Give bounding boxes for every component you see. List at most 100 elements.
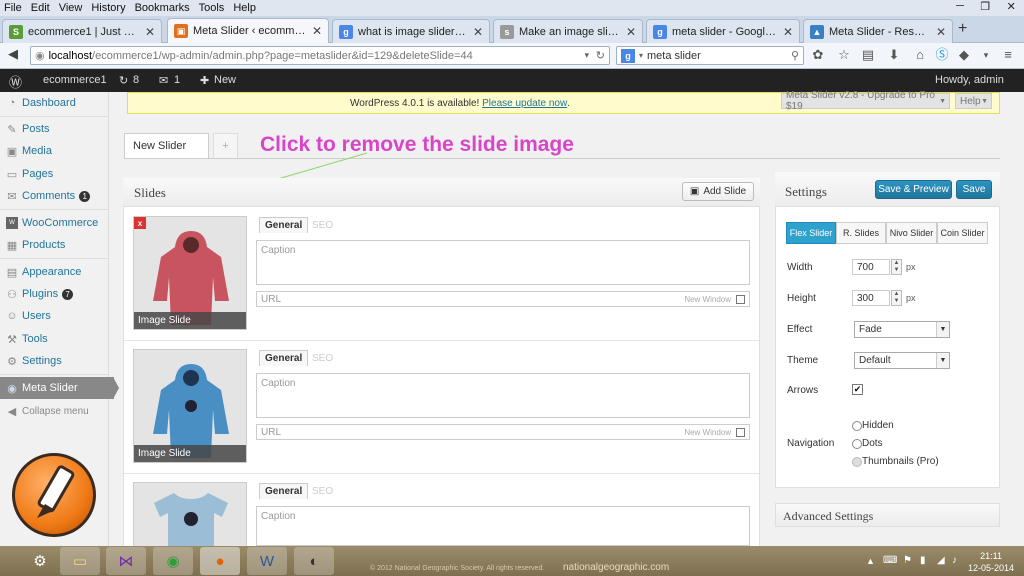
close-tab-icon[interactable]: ✕ <box>145 25 155 39</box>
close-tab-icon[interactable]: ✕ <box>626 25 636 39</box>
word-icon[interactable]: W <box>247 547 287 575</box>
tab-seo[interactable]: SEO <box>307 217 338 233</box>
caption-textarea[interactable]: Caption <box>256 240 750 285</box>
search-icon[interactable]: ⚲ <box>791 49 799 62</box>
site-name-link[interactable]: ecommerce1 <box>43 74 107 86</box>
effect-select[interactable]: Fade ▼ <box>854 321 950 338</box>
menu-help[interactable]: Help <box>233 2 256 14</box>
sidebar-item-appearance[interactable]: ▤ Appearance <box>0 261 109 283</box>
save-and-preview-button[interactable]: Save & Preview <box>875 180 952 199</box>
bookmarks-icon[interactable]: ▤ <box>860 47 876 63</box>
tab-make-image-slider[interactable]: s Make an image slider for y... ✕ <box>493 19 643 43</box>
howdy-user[interactable]: Howdy, admin <box>935 74 1004 86</box>
dropdown-icon[interactable]: ▾ <box>584 50 589 61</box>
menu-history[interactable]: History <box>91 2 125 14</box>
menu-view[interactable]: View <box>59 2 83 14</box>
dropdown-icon[interactable]: ▾ <box>639 51 643 60</box>
back-icon[interactable]: ◀ <box>8 46 18 62</box>
media-player-icon[interactable]: ◐ <box>294 547 334 575</box>
close-tab-icon[interactable]: ✕ <box>473 25 483 39</box>
comments-count[interactable]: 1 <box>174 74 180 86</box>
slider-type-nivo[interactable]: Nivo Slider <box>886 222 937 244</box>
url-input[interactable]: URL New Window <box>256 291 750 307</box>
new-tab-button[interactable]: + <box>958 20 967 38</box>
sidebar-item-woocommerce[interactable]: W WooCommerce <box>0 212 109 234</box>
new-window-checkbox[interactable] <box>736 427 745 437</box>
delete-slide-button[interactable]: x <box>134 217 146 229</box>
sidebar-item-tools[interactable]: ⚒ Tools <box>0 328 109 350</box>
chrome-icon[interactable]: ◉ <box>153 547 193 575</box>
home-icon[interactable]: ⌂ <box>912 47 928 63</box>
tab-seo[interactable]: SEO <box>307 483 338 499</box>
start-icon[interactable]: ⚙ <box>20 547 60 575</box>
height-input[interactable]: 300 <box>852 290 890 306</box>
tray-up-icon[interactable]: ▲ <box>866 556 875 566</box>
height-stepper-icon[interactable]: ▲ ▼ <box>891 290 902 306</box>
skype-icon[interactable]: Ⓢ <box>934 47 950 63</box>
slider-type-flex[interactable]: Flex Slider <box>786 222 836 244</box>
restore-icon[interactable]: ❐ <box>980 0 990 16</box>
file-explorer-icon[interactable]: ▭ <box>60 547 100 575</box>
network-icon[interactable]: ◢ <box>937 555 945 566</box>
tab-meta-slider-admin[interactable]: ▣ Meta Slider ‹ ecommerce1 ... ✕ <box>167 18 329 43</box>
save-button[interactable]: Save <box>956 180 992 199</box>
updates-icon[interactable]: ↻ <box>119 74 128 87</box>
menu-bookmarks[interactable]: Bookmarks <box>135 2 190 14</box>
update-now-link[interactable]: Please update now <box>482 98 567 109</box>
nav-dots-radio[interactable] <box>852 439 862 449</box>
dropdown-icon[interactable]: ▾ <box>978 47 994 63</box>
width-input[interactable]: 700 <box>852 259 890 275</box>
tab-general[interactable]: General <box>259 350 309 366</box>
close-tab-icon[interactable]: ✕ <box>312 24 322 38</box>
tab-ecommerce1[interactable]: S ecommerce1 | Just another... ✕ <box>2 19 162 43</box>
new-content-link[interactable]: New <box>214 74 236 86</box>
extension-icon[interactable]: ✿ <box>810 47 826 63</box>
add-slide-button[interactable]: ▣ Add Slide <box>682 182 754 201</box>
url-input[interactable]: URL New Window <box>256 424 750 440</box>
visual-studio-icon[interactable]: ⋈ <box>106 547 146 575</box>
taskbar-clock[interactable]: 21:11 12-05-2014 <box>968 550 1014 574</box>
help-pill[interactable]: Help ▼ <box>955 93 992 109</box>
menu-tools[interactable]: Tools <box>199 2 225 14</box>
slider-type-responsive[interactable]: R. Slides <box>836 222 886 244</box>
sidebar-item-products[interactable]: ▦ Products <box>0 234 109 256</box>
new-window-checkbox[interactable] <box>736 294 745 304</box>
volume-icon[interactable]: ♪ <box>952 555 957 566</box>
wordpress-logo-icon[interactable]: Ⓦ <box>9 72 22 91</box>
tab-general[interactable]: General <box>259 483 309 499</box>
bookmark-star-icon[interactable]: ☆ <box>836 47 852 63</box>
search-input[interactable]: meta slider <box>647 50 701 62</box>
close-tab-icon[interactable]: ✕ <box>936 25 946 39</box>
sidebar-item-pages[interactable]: ▭ Pages <box>0 163 109 185</box>
width-stepper-icon[interactable]: ▲ ▼ <box>891 259 902 275</box>
updates-count[interactable]: 8 <box>133 74 139 86</box>
caption-textarea[interactable]: Caption <box>256 506 750 546</box>
tab-meta-slider-responsive[interactable]: ▲ Meta Slider - Responsive W... ✕ <box>803 19 953 43</box>
url-bar[interactable]: ◉ localhost/ecommerce1/wp-admin/admin.ph… <box>30 46 610 65</box>
nav-thumbnails-radio[interactable] <box>852 457 862 467</box>
theme-select[interactable]: Default ▼ <box>854 352 950 369</box>
battery-icon[interactable]: ▮ <box>920 555 926 566</box>
menu-file[interactable]: File <box>4 2 22 14</box>
action-center-icon[interactable]: ⚑ <box>903 555 912 566</box>
firefox-icon[interactable]: ● <box>200 547 240 575</box>
menu-edit[interactable]: Edit <box>31 2 50 14</box>
sidebar-item-posts[interactable]: ✎ Posts <box>0 118 109 140</box>
addon-icon[interactable]: ◆ <box>956 47 972 63</box>
keyboard-icon[interactable]: ⌨ <box>883 555 897 566</box>
plus-icon[interactable]: ✚ <box>200 74 209 87</box>
tab-general[interactable]: General <box>259 217 309 233</box>
sidebar-item-collapse-menu[interactable]: ◀ Collapse menu <box>0 400 109 422</box>
nav-hidden-radio[interactable] <box>852 421 862 431</box>
sidebar-item-meta-slider[interactable]: ◉ Meta Slider <box>0 377 119 399</box>
sidebar-item-plugins[interactable]: ⚇ Plugins 7 <box>0 283 109 305</box>
sidebar-item-dashboard[interactable]: ◔ Dashboard <box>0 92 109 114</box>
sidebar-item-settings[interactable]: ⚙ Settings <box>0 350 109 372</box>
tab-seo[interactable]: SEO <box>307 350 338 366</box>
arrows-checkbox[interactable]: ✔ <box>852 384 863 395</box>
caption-textarea[interactable]: Caption <box>256 373 750 418</box>
upgrade-pill[interactable]: Meta Slider v2.8 - Upgrade to Pro $19 ▼ <box>781 90 950 112</box>
google-icon[interactable]: g <box>621 48 635 63</box>
comments-icon[interactable]: ✉ <box>159 74 168 87</box>
slider-type-coin[interactable]: Coin Slider <box>937 222 988 244</box>
